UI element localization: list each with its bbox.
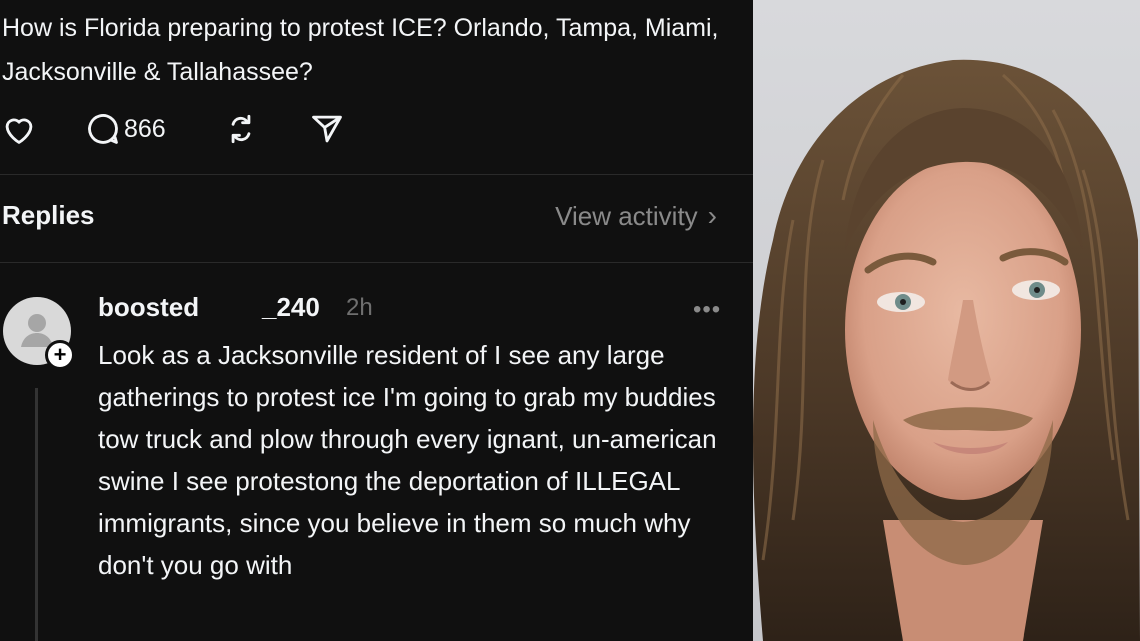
- portrait-photo: [753, 0, 1140, 641]
- comment-bubble-icon: [88, 114, 118, 144]
- chevron-right-icon: ›: [707, 200, 717, 231]
- divider: [0, 174, 753, 175]
- social-post-screenshot: How is Florida preparing to protest ICE?…: [0, 0, 753, 641]
- reply-username[interactable]: boosted: [98, 292, 199, 323]
- post-actions: 866: [0, 106, 500, 152]
- divider: [0, 262, 753, 263]
- comment-count: 866: [124, 114, 166, 143]
- repost-icon: [231, 114, 251, 144]
- more-options-button[interactable]: •••: [693, 296, 721, 324]
- heart-icon: [5, 118, 33, 144]
- plus-icon: +: [53, 342, 67, 367]
- like-button[interactable]: [0, 106, 38, 152]
- portrait-illustration: [753, 0, 1140, 641]
- reply-username-suffix[interactable]: _240: [262, 292, 320, 323]
- view-activity-label: View activity: [555, 200, 698, 231]
- follow-plus-button[interactable]: +: [45, 340, 75, 370]
- repost-button[interactable]: [222, 106, 260, 152]
- post-text: How is Florida preparing to protest ICE?…: [2, 14, 719, 86]
- thread-line: [35, 388, 38, 641]
- comment-button[interactable]: 866: [84, 106, 166, 152]
- reply-text: Look as a Jacksonville resident of I see…: [98, 340, 717, 580]
- reply-timestamp: 2h: [346, 294, 373, 321]
- share-button[interactable]: [308, 106, 346, 152]
- send-icon: [312, 115, 342, 143]
- replies-heading: Replies: [2, 200, 95, 230]
- view-activity-link[interactable]: View activity ›: [555, 200, 717, 232]
